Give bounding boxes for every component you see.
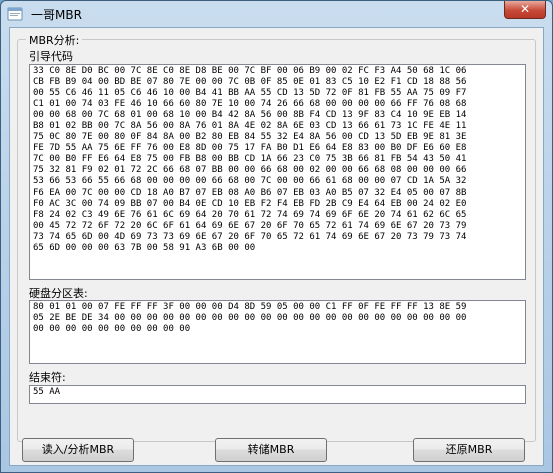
client-area: MBR分析: 引导代码 33 C0 8E D0 BC 00 7C 8E C0 8… [9, 27, 544, 466]
title-bar[interactable]: 一哥MBR ✕ [1, 1, 552, 27]
dump-mbr-button[interactable]: 转储MBR [215, 438, 327, 462]
boot-code-label: 引导代码 [29, 50, 73, 63]
partition-table-label: 硬盘分区表: [29, 287, 88, 300]
end-marker-label: 结束符: [29, 371, 66, 384]
end-marker-textbox[interactable]: 55 AA [29, 385, 526, 404]
restore-mbr-button[interactable]: 还原MBR [413, 438, 525, 462]
window-title: 一哥MBR [31, 8, 82, 22]
partition-table-textbox[interactable]: 80 01 01 00 07 FE FF FF 3F 00 00 00 D4 8… [29, 300, 526, 364]
app-icon [7, 7, 23, 21]
read-analyze-mbr-button[interactable]: 读入/分析MBR [22, 438, 134, 462]
close-icon: ✕ [519, 2, 531, 16]
close-button[interactable]: ✕ [504, 1, 546, 19]
group-legend: MBR分析: [26, 32, 83, 48]
app-window: 一哥MBR ✕ MBR分析: 引导代码 33 C0 8E D0 BC 00 7C… [0, 0, 553, 473]
boot-code-textbox[interactable]: 33 C0 8E D0 BC 00 7C 8E C0 8E D8 BE 00 7… [29, 64, 526, 280]
